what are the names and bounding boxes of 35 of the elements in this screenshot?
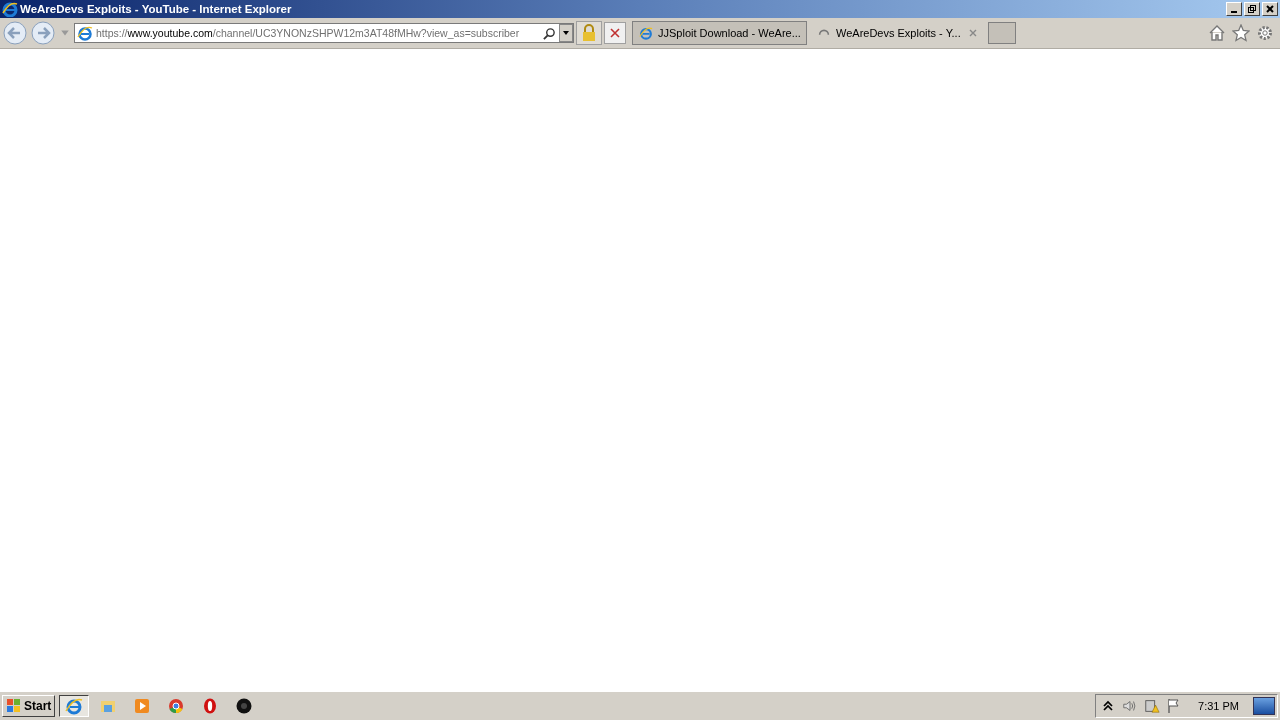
back-button[interactable]: [2, 20, 28, 46]
start-button[interactable]: Start: [2, 695, 56, 717]
window-title: WeAreDevs Exploits - YouTube - Internet Explorer: [20, 3, 292, 15]
close-button[interactable]: [1262, 2, 1278, 16]
clock-text[interactable]: 7:31 PM: [1198, 700, 1239, 712]
ie-logo-icon: [2, 1, 18, 17]
stop-button[interactable]: [604, 22, 626, 44]
ie-page-icon: [639, 26, 653, 40]
restore-icon: [1247, 4, 1257, 14]
forward-button[interactable]: [30, 20, 56, 46]
taskbar-app-button[interactable]: [59, 695, 90, 717]
minimize-button[interactable]: [1226, 2, 1242, 16]
browser-tab[interactable]: JJSploit Download - WeAre...: [632, 21, 807, 45]
settings-icon[interactable]: [1256, 24, 1274, 42]
star-icon[interactable]: [1232, 24, 1250, 42]
address-field[interactable]: https://www.youtube.com/channel/UC3YNONzSHPW12m3AT48fMHw?view_as=subscriber: [74, 23, 574, 43]
home-icon[interactable]: [1208, 24, 1226, 42]
caret-icon: [562, 29, 570, 37]
media-app-icon: [133, 697, 152, 715]
ie-page-icon: [77, 25, 93, 41]
network-warning-icon[interactable]: [1144, 698, 1161, 714]
chrome-app-icon: [167, 697, 186, 715]
minimize-icon: [1231, 11, 1237, 13]
ie-app-icon: [65, 697, 84, 715]
search-icon[interactable]: [543, 26, 556, 40]
close-icon: [1265, 4, 1275, 14]
url-text: https://www.youtube.com/channel/UC3YNONzSHPW12m3AT48fMHw?view_as=subscriber: [96, 27, 521, 39]
close-icon: [610, 28, 620, 38]
close-icon[interactable]: [968, 28, 978, 38]
dark-app-icon: [235, 697, 254, 715]
windows-logo-icon: [6, 698, 22, 714]
show-desktop-button[interactable]: [1253, 697, 1275, 715]
restore-button[interactable]: [1244, 2, 1260, 16]
padlock-icon: [581, 24, 597, 42]
address-dropdown-button[interactable]: [559, 24, 573, 42]
